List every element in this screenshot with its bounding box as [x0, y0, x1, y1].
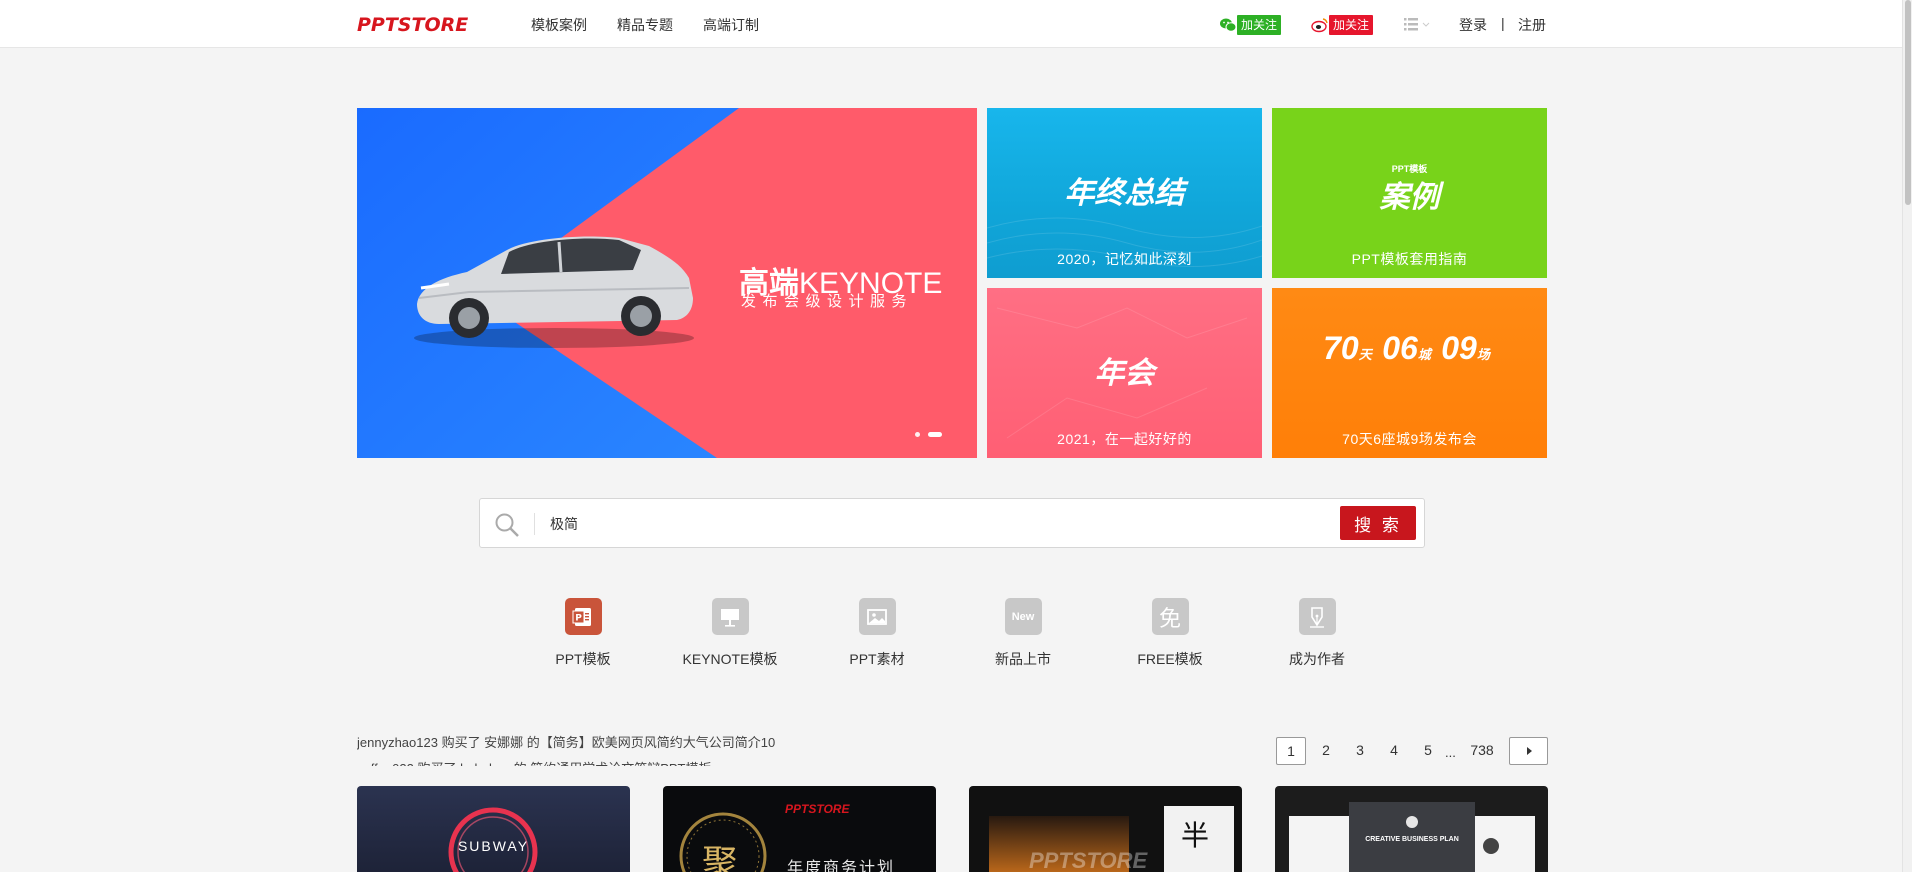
new-icon: New — [1004, 598, 1042, 635]
search-button[interactable]: 搜 索 — [1340, 506, 1416, 540]
category-label: PPT模板 — [555, 651, 611, 667]
site-logo[interactable]: PPTSTORE — [357, 14, 468, 36]
card-char: 半 — [1181, 819, 1210, 852]
free-icon: 免 — [1151, 598, 1189, 635]
category-label: 新品上市 — [995, 651, 1051, 667]
weibo-follow-label: 加关注 — [1329, 15, 1374, 35]
category-ppt-templates[interactable]: P PPT模板 — [523, 598, 643, 669]
car-illustration — [414, 236, 694, 348]
main-nav: 模板案例 精品专题 高端订制 — [531, 15, 789, 35]
card-thumbnail — [1289, 802, 1535, 872]
weibo-follow-button[interactable]: 加关注 — [1311, 14, 1374, 36]
count-cities-unit: 城 — [1417, 347, 1431, 362]
page-5-button[interactable]: 5 — [1416, 737, 1440, 765]
image-icon — [858, 598, 896, 635]
count-events-unit: 场 — [1476, 347, 1490, 362]
category-ppt-materials[interactable]: PPT素材 — [817, 598, 937, 669]
next-page-button[interactable] — [1509, 737, 1548, 765]
template-card[interactable]: CREATIVE BUSINESS PLAN — [1275, 786, 1548, 872]
wechat-follow-label: 加关注 — [1237, 15, 1282, 35]
category-label: KEYNOTE模板 — [682, 651, 778, 667]
author-pen-icon — [1298, 598, 1336, 635]
card-subtitle: 年度商务计划 — [787, 860, 896, 872]
login-link[interactable]: 登录 — [1459, 15, 1487, 35]
scrollbar-thumb[interactable] — [1905, 0, 1911, 205]
tile-caption: 70天6座城9场发布会 — [1342, 431, 1477, 447]
chevron-right-icon — [1526, 747, 1532, 755]
tile-caption: PPT模板套用指南 — [1351, 251, 1468, 267]
svg-text:P: P — [575, 613, 582, 623]
page-3-button[interactable]: 3 — [1348, 737, 1372, 765]
hero-banner[interactable]: 高端KEYNOTE 发布会级设计服务 — [357, 108, 977, 458]
tile-title: 年会 — [1094, 356, 1155, 391]
page-4-button[interactable]: 4 — [1382, 737, 1406, 765]
template-card[interactable]: SUBWAY — [357, 786, 630, 872]
nav-custom[interactable]: 高端订制 — [703, 15, 759, 35]
tile-caption: 2021，在一起好好的 — [1057, 431, 1192, 447]
purchase-ticker: jennyzhao123 购买了 安娜娜 的【简务】欧美网页风简约大气公司简介1… — [357, 726, 917, 766]
template-card[interactable]: 聚 PPTSTORE 年度商务计划 — [663, 786, 936, 872]
search-bar: 搜 索 — [479, 498, 1425, 548]
card-title: SUBWAY — [457, 838, 530, 854]
page-scrollbar[interactable] — [1902, 0, 1912, 872]
card-thumbnail — [448, 807, 538, 872]
wechat-icon — [1219, 16, 1237, 34]
category-label: PPT素材 — [849, 651, 905, 667]
search-input[interactable] — [550, 511, 1250, 537]
top-header: PPTSTORE 模板案例 精品专题 高端订制 加关注 加关注 登录 | 注册 — [0, 0, 1902, 48]
count-days-unit: 天 — [1358, 347, 1372, 362]
keynote-icon — [711, 598, 749, 635]
card-title: CREATIVE BUSINESS PLAN — [1365, 836, 1459, 843]
template-card[interactable]: PPTSTORE 半 — [969, 786, 1242, 872]
search-icon[interactable] — [494, 512, 520, 543]
category-become-author[interactable]: 成为作者 — [1257, 598, 1377, 669]
list-menu-icon[interactable] — [1404, 17, 1430, 36]
page-ellipsis: ... — [1445, 745, 1456, 760]
count-cities: 06 — [1382, 330, 1418, 366]
count-events: 09 — [1441, 330, 1477, 366]
nav-topics[interactable]: 精品专题 — [617, 15, 673, 35]
tile-launch-events[interactable]: 70天 06城 09场 70天6座城9场发布会 — [1272, 288, 1547, 458]
ticker-item[interactable]: coffee022 购买了 bobobox 的 简约通用学术论文答辩PPT模板 — [357, 758, 711, 766]
nav-templates[interactable]: 模板案例 — [531, 15, 587, 35]
count-days: 70 — [1323, 330, 1359, 366]
tile-year-end-summary[interactable]: 年终总结 2020，记忆如此深刻 — [987, 108, 1262, 278]
slide-indicator — [915, 432, 942, 437]
page-last-button[interactable]: 738 — [1464, 737, 1500, 765]
card-logo: PPTSTORE — [785, 802, 850, 816]
tile-count-row: 70天 06城 09场 — [1272, 330, 1547, 367]
wechat-follow-button[interactable]: 加关注 — [1219, 14, 1282, 36]
page-2-button[interactable]: 2 — [1314, 737, 1338, 765]
search-divider — [534, 513, 535, 535]
category-free-templates[interactable]: 免 FREE模板 — [1110, 598, 1230, 669]
card-watermark: PPTSTORE — [1029, 848, 1148, 872]
category-keynote-templates[interactable]: KEYNOTE模板 — [670, 598, 790, 669]
weibo-icon — [1311, 16, 1329, 34]
tile-annual-party[interactable]: 年会 2021，在一起好好的 — [987, 288, 1262, 458]
category-label: FREE模板 — [1137, 651, 1203, 667]
tile-caption: 2020，记忆如此深刻 — [1057, 251, 1192, 267]
banner-subtitle: 发布会级设计服务 — [741, 293, 914, 310]
ticker-item[interactable]: jennyzhao123 购买了 安娜娜 的【简务】欧美网页风简约大气公司简介1… — [357, 732, 775, 751]
tile-title: 年终总结 — [1064, 176, 1185, 211]
category-label: 成为作者 — [1289, 651, 1345, 667]
ppt-icon: P — [564, 598, 602, 635]
page-1-button[interactable]: 1 — [1276, 737, 1306, 765]
card-big-char: 聚 — [702, 843, 739, 872]
register-link[interactable]: 注册 — [1518, 15, 1546, 35]
tile-cases[interactable]: PPT模板 案例 PPT模板套用指南 — [1272, 108, 1547, 278]
slide-dot[interactable] — [915, 432, 920, 437]
chevron-down-icon — [1422, 22, 1430, 27]
tile-title: 案例 — [1379, 180, 1440, 215]
category-new-arrivals[interactable]: New 新品上市 — [963, 598, 1083, 669]
slide-dot-active[interactable] — [928, 432, 942, 437]
header-separator: | — [1501, 15, 1505, 31]
